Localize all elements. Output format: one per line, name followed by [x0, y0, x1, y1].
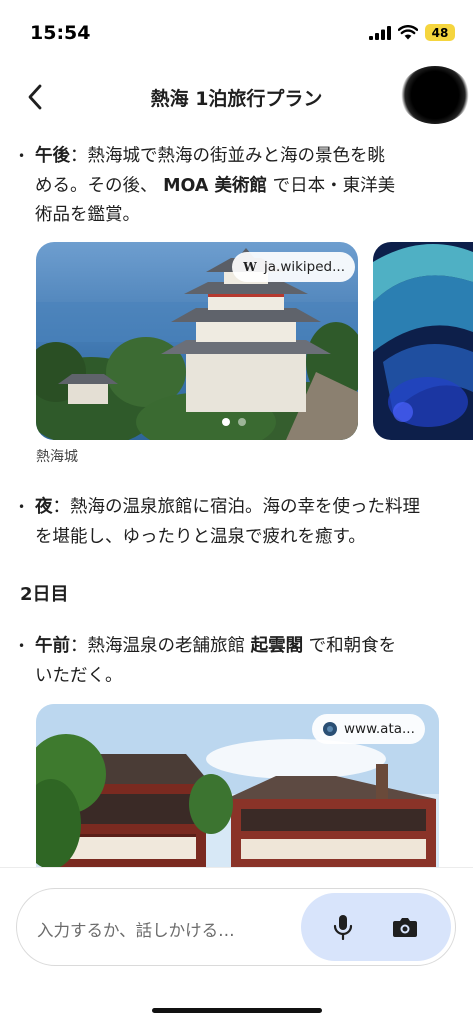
list-item-night: • 夜：熱海の温泉旅館に宿泊。海の幸を使った料理 を堪能し、ゆったりと温泉で疲れ…: [18, 493, 458, 552]
image-caption: 熱海城: [36, 449, 78, 465]
site-favicon-icon: [322, 721, 338, 737]
morning-text: 午前：熱海温泉の老舗旅館 起雲閣 で和朝食を いただく。: [35, 636, 397, 686]
status-icons: 48: [369, 24, 455, 41]
input-area: 入力するか、話しかける…: [0, 868, 473, 1024]
afternoon-text: 午後：熱海城で熱海の街並みと海の景色を眺 める。その後、 MOA 美術館 で日本…: [35, 146, 396, 225]
atami-castle-image-card[interactable]: W ja.wikiped...: [36, 242, 358, 440]
moa-museum-image: [373, 242, 473, 440]
cellular-signal-icon: [369, 25, 391, 40]
carousel-dot: [238, 418, 246, 426]
home-indicator: [152, 1008, 322, 1013]
header: 熱海 1泊旅行プラン: [0, 66, 473, 128]
ryokan-name: 起雲閣: [250, 636, 304, 656]
status-time: 15:54: [30, 22, 91, 44]
moa-museum-image-card[interactable]: [373, 242, 473, 440]
microphone-icon: [333, 915, 353, 940]
museum-name: MOA 美術館: [163, 175, 268, 196]
wifi-icon: [398, 25, 418, 40]
morning-label: 午前: [35, 636, 70, 656]
source-chip-text: ja.wikiped...: [264, 259, 345, 275]
battery-indicator: 48: [425, 24, 455, 41]
list-item-morning: • 午前：熱海温泉の老舗旅館 起雲閣 で和朝食を いただく。: [18, 632, 458, 691]
bullet-dot: •: [18, 500, 26, 514]
input-placeholder[interactable]: 入力するか、話しかける…: [37, 917, 235, 941]
wikipedia-icon: W: [243, 260, 257, 274]
night-text: 夜：熱海の温泉旅館に宿泊。海の幸を使った料理 を堪能し、ゆったりと温泉で疲れを癒…: [35, 497, 420, 547]
microphone-button[interactable]: [325, 909, 361, 945]
afternoon-label: 午後: [35, 146, 70, 166]
kiunkaku-image-card[interactable]: www.ata...: [36, 704, 439, 868]
source-chip-text: www.ata...: [344, 721, 415, 737]
list-item-afternoon: • 午後：熱海城で熱海の街並みと海の景色を眺 める。その後、 MOA 美術館 で…: [18, 142, 458, 231]
bullet-dot: •: [18, 639, 26, 653]
source-chip-wikipedia[interactable]: W ja.wikiped...: [232, 252, 355, 282]
bullet-dot: •: [18, 149, 26, 163]
night-label: 夜: [35, 497, 53, 517]
input-actions: [301, 893, 451, 961]
avatar[interactable]: [400, 66, 470, 124]
carousel-dots: [222, 418, 246, 426]
chat-content[interactable]: • 午後：熱海城で熱海の街並みと海の景色を眺 める。その後、 MOA 美術館 で…: [0, 138, 473, 868]
day2-heading: 2日目: [20, 584, 69, 605]
carousel-dot: [222, 418, 230, 426]
status-bar: 15:54 48: [0, 0, 473, 66]
camera-button[interactable]: [387, 909, 423, 945]
camera-icon: [393, 918, 417, 937]
prompt-input[interactable]: 入力するか、話しかける…: [16, 888, 456, 966]
source-chip-website[interactable]: www.ata...: [312, 714, 425, 744]
